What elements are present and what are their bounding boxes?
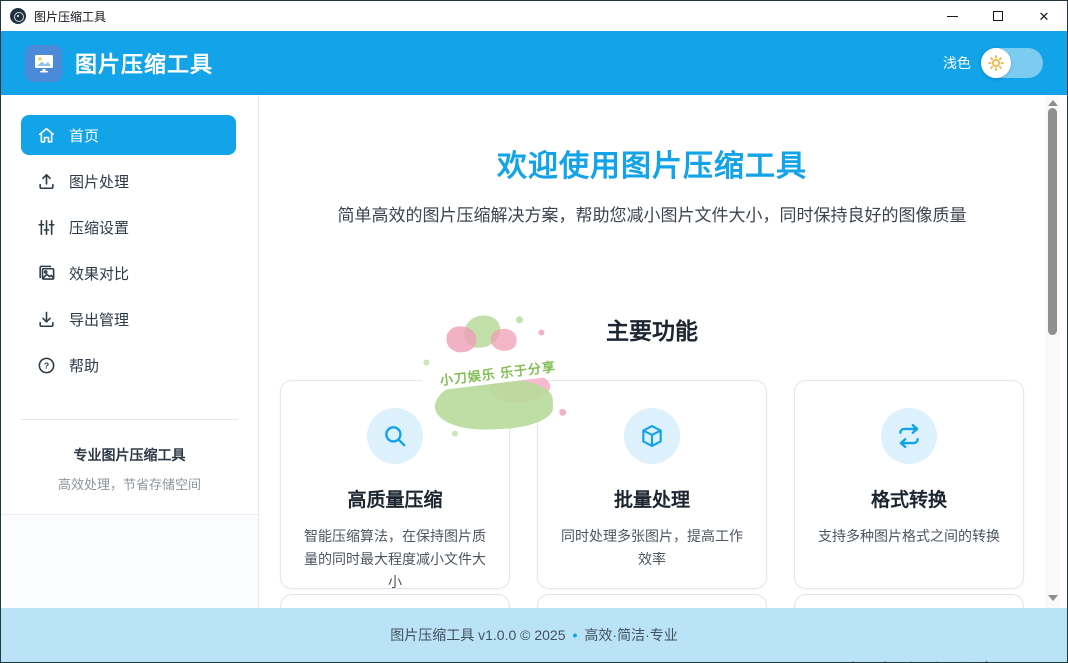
clipped-bottom-watermark: 小刀娱乐 乐于分享 xyxy=(846,659,1061,662)
sidebar: 首页 图片处理 压缩设置 效果对比 xyxy=(1,95,259,608)
sidebar-info-subtitle: 高效处理，节省存储空间 xyxy=(1,474,258,493)
sidebar-item-label: 压缩设置 xyxy=(69,217,129,238)
window-controls: ✕ xyxy=(929,1,1067,31)
vertical-scrollbar[interactable] xyxy=(1045,95,1060,608)
feature-card-convert[interactable]: 格式转换 支持多种图片格式之间的转换 xyxy=(794,380,1024,589)
sidebar-item-label: 图片处理 xyxy=(69,171,129,192)
features-section-title: 主要功能 xyxy=(259,312,1045,346)
feature-card-title: 格式转换 xyxy=(795,485,1023,512)
sidebar-item-comparison[interactable]: 效果对比 xyxy=(21,253,236,293)
app-header: 图片压缩工具 浅色 xyxy=(1,31,1067,95)
app-logo-icon xyxy=(10,8,26,24)
feature-card-description: 同时处理多张图片，提高工作效率 xyxy=(557,525,747,571)
footer-slogan-text: 高效·简洁·专业 xyxy=(584,625,677,645)
titlebar: 图片压缩工具 ✕ xyxy=(1,1,1067,31)
app-title: 图片压缩工具 xyxy=(75,47,213,79)
app-window: 图片压缩工具 ✕ 图片压缩工具 浅色 xyxy=(0,0,1068,663)
minimize-icon xyxy=(947,16,958,17)
maximize-button[interactable] xyxy=(975,1,1021,31)
sidebar-item-home[interactable]: 首页 xyxy=(21,115,236,155)
feature-cards-row2-partial xyxy=(259,594,1045,608)
window-title: 图片压缩工具 xyxy=(34,8,106,25)
maximize-icon xyxy=(993,11,1003,21)
feature-card-batch[interactable]: 批量处理 同时处理多张图片，提高工作效率 xyxy=(537,380,767,589)
home-icon xyxy=(36,125,56,145)
sidebar-item-label: 首页 xyxy=(69,125,99,146)
feature-card-description: 支持多种图片格式之间的转换 xyxy=(814,525,1004,548)
svg-text:?: ? xyxy=(43,360,48,370)
scroll-down-icon[interactable] xyxy=(1048,595,1058,601)
feature-card-compression[interactable]: 高质量压缩 智能压缩算法，在保持图片质量的同时最大程度减小文件大小 xyxy=(280,380,510,589)
sidebar-item-label: 帮助 xyxy=(69,355,99,376)
header-right: 浅色 xyxy=(943,48,1043,78)
help-icon: ? xyxy=(36,355,56,375)
search-icon xyxy=(367,408,423,464)
minimize-button[interactable] xyxy=(929,1,975,31)
close-icon: ✕ xyxy=(1039,10,1050,23)
sidebar-item-label: 效果对比 xyxy=(69,263,129,284)
feature-card-partial[interactable] xyxy=(794,594,1024,608)
sidebar-item-label: 导出管理 xyxy=(69,309,129,330)
welcome-subtitle: 简单高效的图片压缩解决方案，帮助您减小图片文件大小，同时保持良好的图像质量 xyxy=(259,201,1045,226)
feature-cards: 高质量压缩 智能压缩算法，在保持图片质量的同时最大程度减小文件大小 批量处理 同… xyxy=(259,380,1045,589)
compare-images-icon xyxy=(36,263,56,283)
feature-card-title: 高质量压缩 xyxy=(281,485,509,512)
sidebar-item-image-processing[interactable]: 图片处理 xyxy=(21,161,236,201)
sidebar-lower-panel xyxy=(1,514,258,608)
download-icon xyxy=(36,309,56,329)
app-footer: 图片压缩工具 v1.0.0 © 2025 • 高效·简洁·专业 xyxy=(1,608,1067,662)
feature-card-description: 智能压缩算法，在保持图片质量的同时最大程度减小文件大小 xyxy=(300,525,490,594)
sidebar-item-compression-settings[interactable]: 压缩设置 xyxy=(21,207,236,247)
feature-card-partial[interactable] xyxy=(537,594,767,608)
sidebar-info-title: 专业图片压缩工具 xyxy=(1,445,258,465)
footer-separator: • xyxy=(573,627,578,643)
welcome-title: 欢迎使用图片压缩工具 xyxy=(259,141,1045,185)
convert-arrows-icon xyxy=(881,408,937,464)
scrollbar-thumb[interactable] xyxy=(1048,108,1057,335)
theme-label: 浅色 xyxy=(943,53,971,73)
main-content: 欢迎使用图片压缩工具 简单高效的图片压缩解决方案，帮助您减小图片文件大小，同时保… xyxy=(259,95,1067,608)
sidebar-divider xyxy=(21,419,238,420)
sliders-icon xyxy=(36,217,56,237)
theme-toggle[interactable] xyxy=(981,48,1043,78)
feature-card-partial[interactable] xyxy=(280,594,510,608)
package-icon xyxy=(624,408,680,464)
upload-icon xyxy=(36,171,56,191)
sidebar-item-export[interactable]: 导出管理 xyxy=(21,299,236,339)
sidebar-item-help[interactable]: ? 帮助 xyxy=(21,345,236,385)
image-monitor-logo-icon xyxy=(25,45,62,82)
footer-version-text: 图片压缩工具 v1.0.0 © 2025 xyxy=(390,625,565,645)
feature-card-title: 批量处理 xyxy=(538,485,766,512)
app-body: 首页 图片处理 压缩设置 效果对比 xyxy=(1,95,1067,608)
toggle-knob xyxy=(981,48,1011,78)
sun-icon xyxy=(987,54,1005,72)
scroll-up-icon[interactable] xyxy=(1048,100,1058,106)
sidebar-info: 专业图片压缩工具 高效处理，节省存储空间 xyxy=(1,445,258,493)
close-button[interactable]: ✕ xyxy=(1021,1,1067,31)
